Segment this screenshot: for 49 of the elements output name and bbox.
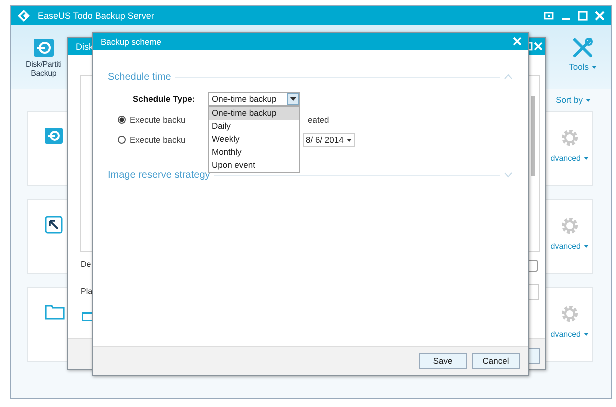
caret-icon <box>584 245 589 248</box>
radio-button[interactable] <box>118 136 126 144</box>
expand-icon[interactable] <box>504 172 513 178</box>
disk-backup-button[interactable]: Disk/Partiti Backup <box>26 39 62 78</box>
tools-label: Tools <box>569 62 589 72</box>
save-button[interactable]: Save <box>419 353 467 369</box>
collapse-icon[interactable] <box>504 74 513 80</box>
advanced-button[interactable]: dvanced <box>550 154 589 163</box>
window-title: EaseUS Todo Backup Server <box>38 10 154 20</box>
advanced-button[interactable]: dvanced <box>550 242 589 251</box>
advanced-button[interactable]: dvanced <box>550 330 589 339</box>
dropdown-option[interactable]: Monthly <box>209 146 299 159</box>
option-label: eated <box>308 115 330 125</box>
schedule-type-dropdown[interactable]: One-time backup <box>208 92 300 106</box>
dropdown-option[interactable]: Daily <box>209 120 299 133</box>
option-label: Execute backu <box>130 135 186 145</box>
dropdown-option[interactable]: Weekly <box>209 133 299 146</box>
restore-icon[interactable] <box>544 10 554 20</box>
schedule-type-label: Schedule Type: <box>133 94 196 104</box>
dropdown-option[interactable]: Upon event <box>209 159 299 172</box>
dialog-title: Backup scheme <box>101 36 162 46</box>
gear-icon[interactable] <box>560 304 580 324</box>
caret-icon <box>592 66 597 68</box>
caret-icon <box>584 333 589 336</box>
dialog-button[interactable] <box>528 348 540 364</box>
gear-icon[interactable] <box>560 216 580 236</box>
calendar-icon[interactable] <box>82 311 93 321</box>
date-field[interactable]: 8/ 6/ 2014 <box>303 133 355 147</box>
field-label: Pla <box>81 287 93 296</box>
maximize-icon[interactable] <box>578 10 588 20</box>
sort-by-button[interactable]: Sort by <box>556 95 591 105</box>
close-icon[interactable] <box>534 42 543 51</box>
logo-icon <box>17 8 31 22</box>
radio-button[interactable] <box>118 116 126 124</box>
disk-backup-label: Disk/Partiti Backup <box>26 60 62 78</box>
dropdown-option[interactable]: One-time backup <box>209 107 299 120</box>
caret-icon <box>584 157 589 160</box>
option-label: Execute backu <box>130 115 186 125</box>
gear-icon[interactable] <box>560 128 580 148</box>
tools-icon <box>572 37 594 59</box>
folder-icon <box>45 304 65 320</box>
scrollbar[interactable] <box>531 96 535 176</box>
close-icon[interactable] <box>513 37 522 46</box>
caret-icon <box>290 97 296 101</box>
cancel-button[interactable]: Cancel <box>472 353 520 369</box>
field-label: De <box>81 260 92 269</box>
close-icon[interactable] <box>595 10 605 20</box>
caret-icon <box>346 138 352 142</box>
caret-icon <box>586 98 591 102</box>
